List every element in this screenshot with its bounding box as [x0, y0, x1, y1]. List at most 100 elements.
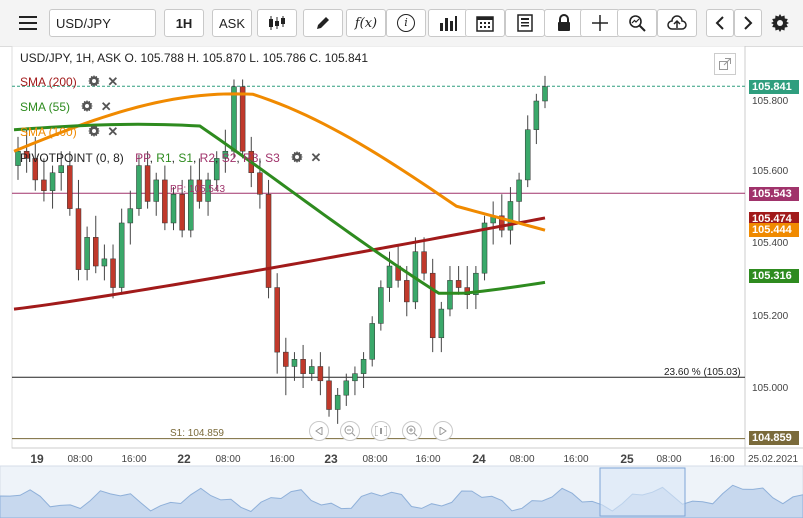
news-button[interactable]	[505, 9, 545, 37]
x-tick: 25	[620, 452, 634, 466]
crosshair-icon	[592, 15, 608, 31]
calendar-icon	[476, 16, 494, 32]
scroll-left-button[interactable]	[309, 421, 329, 441]
candle-body	[118, 222, 125, 288]
candle-body	[231, 86, 237, 152]
popout-icon	[719, 58, 731, 70]
close-icon[interactable]: ✕	[101, 99, 112, 115]
zoom-out-button[interactable]	[340, 421, 360, 441]
candle-body	[455, 280, 462, 288]
gear-icon	[771, 14, 789, 32]
candle-body	[265, 194, 272, 288]
zoom-icon	[629, 15, 646, 32]
price-tag-s1: 104.859	[749, 431, 799, 445]
price-tag-pp: 105.543	[749, 187, 799, 201]
x-tick: 16:00	[415, 454, 441, 465]
close-icon[interactable]: ✕	[310, 150, 321, 166]
triangle-right-icon	[439, 427, 447, 435]
chart-type-button[interactable]	[257, 9, 297, 37]
candle-body	[58, 165, 64, 173]
y-tick: 105.600	[752, 166, 789, 177]
x-tick: 25.02.2021	[747, 454, 799, 465]
toolbar: USD/JPY 1H ASK f(x) i	[0, 0, 803, 47]
x-tick: 16:00	[563, 454, 589, 465]
candle-body	[317, 366, 324, 382]
pivot-items: PP, R1, S1, R2, S2, R3, S3	[135, 151, 280, 165]
candle-body	[127, 208, 134, 224]
popout-button[interactable]	[714, 53, 736, 75]
calendar-button[interactable]	[465, 9, 505, 37]
legend-pivotpoint[interactable]: PIVOTPOINT (0, 8) PP, R1, S1, R2, S2, R3…	[20, 150, 321, 166]
crosshair-button[interactable]	[580, 9, 620, 37]
symbol-input[interactable]: USD/JPY	[49, 9, 156, 37]
hamburger-icon	[19, 16, 37, 30]
candle-body	[360, 359, 367, 374]
close-icon[interactable]: ✕	[107, 74, 118, 90]
candle-body	[352, 373, 358, 382]
ohlc-readout: USD/JPY, 1H, ASK O. 105.788 H. 105.870 L…	[20, 51, 369, 65]
timeframe-button[interactable]: 1H	[164, 9, 204, 37]
candle-body	[179, 194, 185, 231]
gear-icon[interactable]	[81, 100, 94, 112]
candle-body	[84, 237, 90, 270]
candle-body	[136, 165, 142, 209]
candle-body	[438, 308, 445, 339]
zoom-in-button[interactable]	[402, 421, 422, 441]
price-chart[interactable]	[0, 46, 803, 518]
legend-label: SMA (200)	[20, 75, 77, 89]
candle-body	[386, 265, 393, 288]
info-button[interactable]: i	[386, 9, 426, 37]
x-tick: 23	[324, 452, 338, 466]
s1-level-label: S1: 104.859	[170, 428, 224, 439]
price-tag-sma55: 105.316	[749, 269, 799, 283]
legend-sma-100[interactable]: SMA (100) ✕	[20, 124, 118, 140]
x-tick: 16:00	[269, 454, 295, 465]
back-button[interactable]	[706, 9, 734, 37]
price-tag-last: 105.841	[749, 80, 799, 94]
candle-body	[101, 258, 108, 267]
candle-body	[369, 323, 375, 360]
candle-body	[257, 172, 263, 195]
chevron-right-icon	[744, 16, 753, 30]
close-icon[interactable]: ✕	[107, 124, 118, 140]
lock-button[interactable]	[544, 9, 584, 37]
reset-view-button[interactable]	[371, 421, 391, 441]
triangle-left-icon	[315, 427, 323, 435]
candle-body	[404, 280, 410, 303]
gear-icon[interactable]	[291, 151, 304, 163]
x-tick: 16:00	[709, 454, 735, 465]
fib-level-label: 23.60 % (105.03)	[664, 367, 741, 378]
candle-body	[343, 380, 350, 396]
legend-label: SMA (55)	[20, 100, 71, 114]
candle-body	[110, 258, 116, 288]
candle-body	[378, 287, 384, 324]
candle-body	[308, 366, 315, 374]
x-tick: 08:00	[67, 454, 93, 465]
gear-icon[interactable]	[88, 75, 101, 87]
legend-sma-55[interactable]: SMA (55) ✕	[20, 99, 112, 115]
gear-icon[interactable]	[88, 125, 101, 137]
candle-body	[49, 172, 56, 191]
scroll-right-button[interactable]	[433, 421, 453, 441]
info-icon: i	[397, 14, 415, 32]
legend-label: PIVOTPOINT (0, 8)	[20, 151, 124, 165]
forward-button[interactable]	[734, 9, 762, 37]
upload-button[interactable]	[657, 9, 697, 37]
volume-button[interactable]	[428, 9, 468, 37]
settings-button[interactable]	[766, 9, 794, 37]
y-tick: 105.200	[752, 311, 789, 322]
x-tick: 08:00	[362, 454, 388, 465]
candle-body	[283, 351, 289, 367]
draw-tool-button[interactable]	[303, 9, 343, 37]
price-type-button[interactable]: ASK	[212, 9, 252, 37]
x-tick: 16:00	[121, 454, 147, 465]
y-tick: 105.000	[752, 383, 789, 394]
fit-icon	[375, 426, 387, 436]
bar-chart-icon	[440, 16, 457, 31]
zoom-button[interactable]	[617, 9, 657, 37]
menu-button[interactable]	[10, 9, 46, 37]
indicator-button[interactable]: f(x)	[346, 9, 386, 37]
legend-sma-200[interactable]: SMA (200) ✕	[20, 74, 118, 90]
candle-body	[144, 165, 151, 202]
chevron-left-icon	[715, 16, 724, 30]
